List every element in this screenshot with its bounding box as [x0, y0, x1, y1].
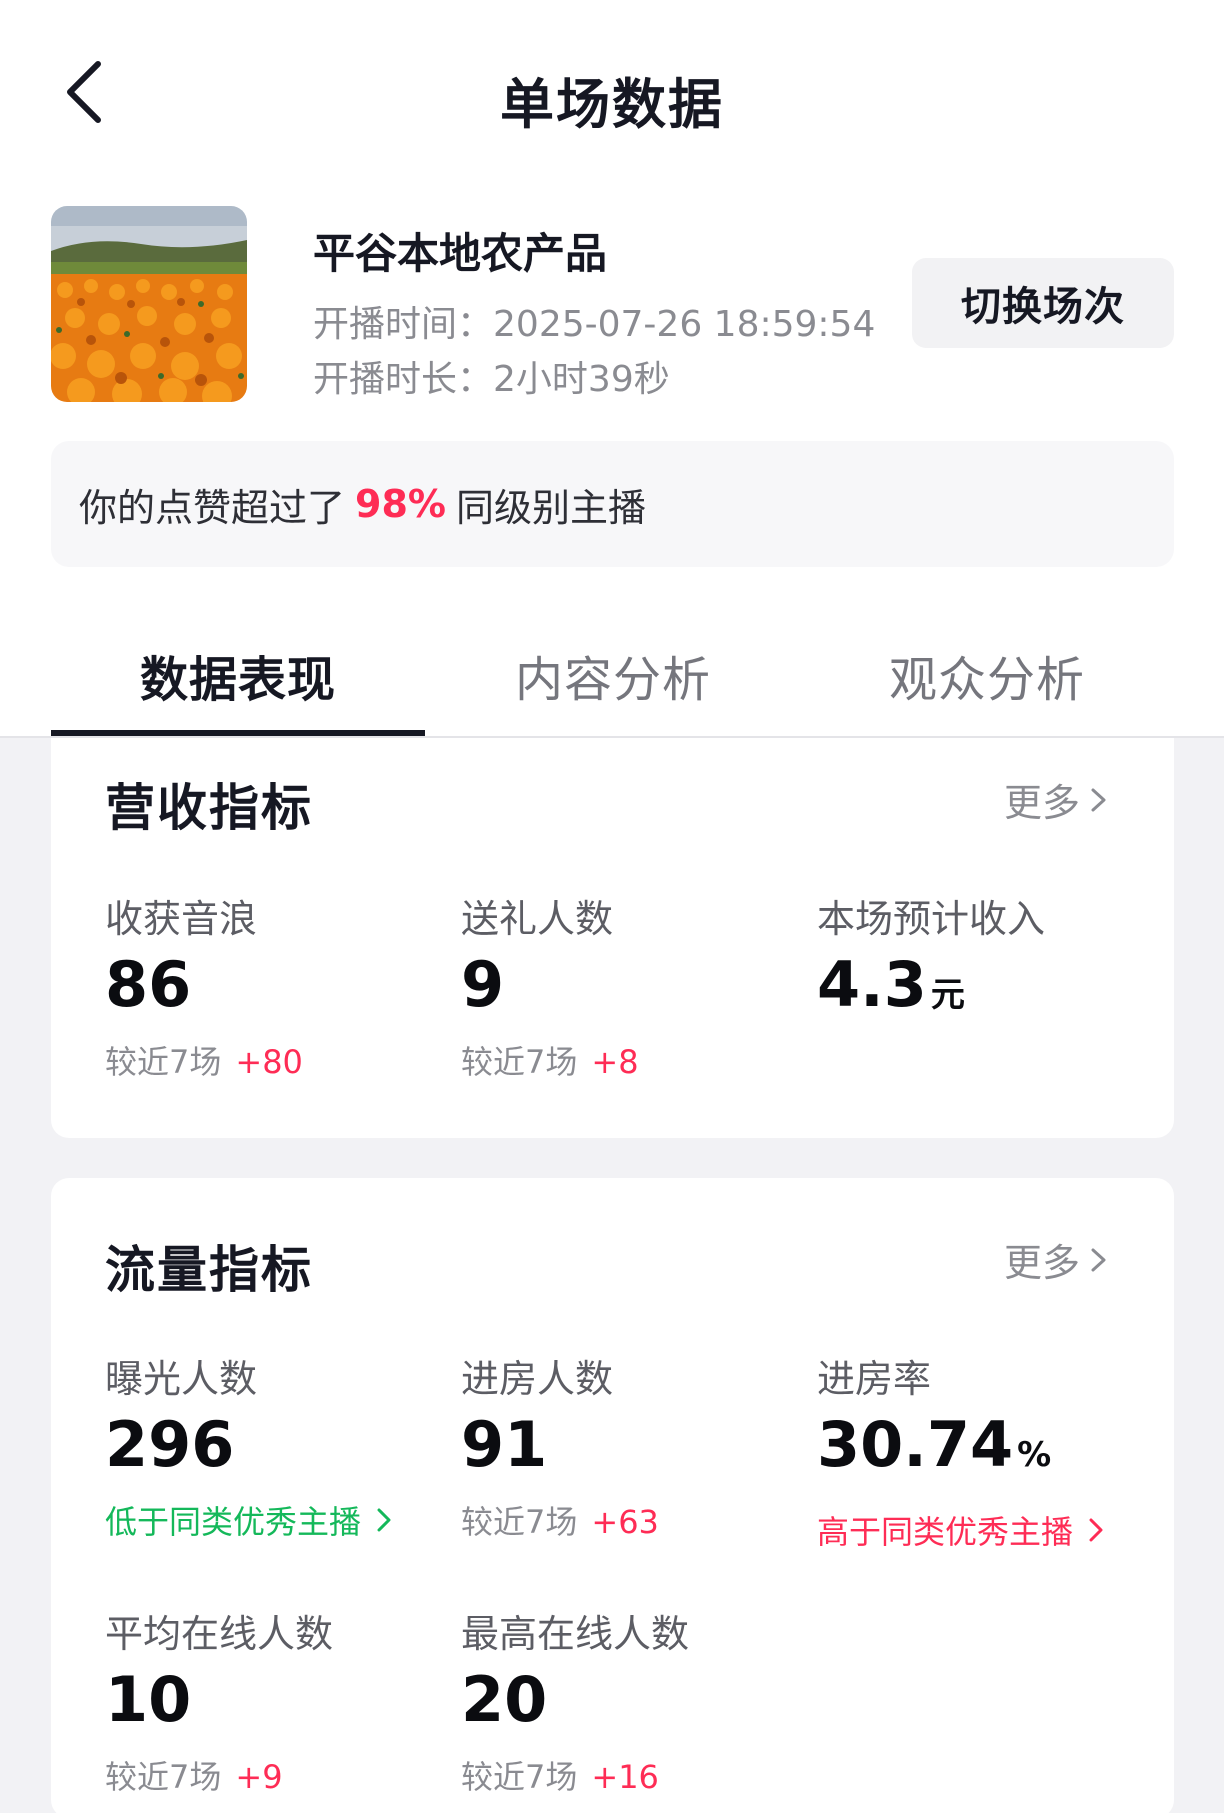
tab-data-performance[interactable]: 数据表现	[51, 640, 425, 710]
metric-label: 进房率	[817, 1357, 932, 1401]
likes-rank-banner: 你的点赞超过了 98% 同级别主播	[51, 441, 1174, 567]
tab-audience-analysis[interactable]: 观众分析	[800, 640, 1174, 710]
metric-unit: 元	[930, 975, 965, 1015]
metric-value: 20	[461, 1663, 548, 1736]
metric-average-online[interactable]: 平均在线人数 10 较近7场 +9	[105, 1603, 445, 1798]
metric-label: 平均在线人数	[105, 1612, 334, 1656]
metric-value: 9	[461, 948, 505, 1021]
switch-session-button[interactable]: 切换场次	[912, 258, 1174, 348]
metric-value: 296	[105, 1408, 235, 1481]
metric-label: 收获音浪	[105, 897, 258, 941]
tab-content-analysis[interactable]: 内容分析	[426, 640, 800, 710]
traffic-metrics-card: 流量指标 更多 曝光人数 296 低于同类优秀主播 进房人数 91 较近7场 +6…	[51, 1178, 1174, 1813]
compare-delta: +80	[235, 1043, 303, 1081]
metric-compare: 较近7场 +80	[105, 1037, 445, 1083]
metric-label: 进房人数	[461, 1357, 614, 1401]
start-time-label: 开播时间：	[313, 304, 494, 345]
revenue-metrics-card: 营收指标 更多 收获音浪 86 较近7场 +80 送礼人数 9 较近7场 +8 本场…	[51, 738, 1174, 1138]
benchmark-text: 低于同类优秀主播	[105, 1503, 362, 1541]
traffic-more-link[interactable]: 更多	[1004, 1232, 1114, 1287]
benchmark-text: 高于同类优秀主播	[817, 1513, 1074, 1551]
page-title: 单场数据	[500, 73, 724, 136]
metric-value-line: 30.74%	[817, 1407, 1157, 1493]
metric-value: 4.3	[817, 948, 927, 1021]
compare-label: 较近7场	[461, 1758, 578, 1796]
metric-label: 送礼人数	[461, 897, 614, 941]
single-live-data-page: 单场数据 平谷本地农产品 开播时间：2025-07-26 18:59:54 开播…	[0, 0, 1224, 1813]
compare-delta: +16	[591, 1758, 659, 1796]
metric-entry-rate[interactable]: 进房率 30.74% 高于同类优秀主播	[817, 1348, 1157, 1553]
chevron-right-icon	[1091, 788, 1106, 811]
metric-value: 91	[461, 1408, 548, 1481]
benchmark-link[interactable]: 高于同类优秀主播	[817, 1507, 1157, 1553]
metric-label: 曝光人数	[105, 1357, 258, 1401]
compare-delta: +9	[235, 1758, 283, 1796]
revenue-card-title: 营收指标	[105, 779, 313, 837]
metric-impressions[interactable]: 曝光人数 296 低于同类优秀主播	[105, 1348, 445, 1543]
traffic-more-label: 更多	[1003, 1241, 1080, 1285]
benchmark-link[interactable]: 低于同类优秀主播	[105, 1497, 445, 1543]
metric-value: 86	[105, 948, 192, 1021]
start-time-line: 开播时间：2025-07-26 18:59:54	[313, 295, 875, 347]
metric-value-line: 4.3 元	[817, 947, 1157, 1033]
revenue-more-label: 更多	[1003, 781, 1080, 825]
metric-compare: 较近7场 +9	[105, 1752, 445, 1798]
duration-label: 开播时长：	[313, 359, 494, 400]
duration-value: 2小时39秒	[493, 359, 670, 400]
live-cover-thumbnail	[51, 206, 247, 402]
likes-banner-prefix: 你的点赞超过了	[79, 485, 346, 530]
revenue-more-link[interactable]: 更多	[1004, 772, 1114, 827]
metric-sound-waves[interactable]: 收获音浪 86 较近7场 +80	[105, 888, 445, 1083]
metric-compare: 较近7场 +16	[461, 1752, 801, 1798]
live-room-name: 平谷本地农产品	[313, 229, 608, 278]
metric-estimated-income[interactable]: 本场预计收入 4.3 元	[817, 888, 1157, 1033]
chevron-right-icon	[1091, 1248, 1106, 1271]
compare-delta: +8	[591, 1043, 639, 1081]
metric-gift-senders[interactable]: 送礼人数 9 较近7场 +8	[461, 888, 801, 1083]
metric-value: 30.74	[817, 1408, 1014, 1481]
duration-line: 开播时长：2小时39秒	[313, 350, 670, 402]
start-time-value: 2025-07-26 18:59:54	[493, 304, 876, 345]
chevron-right-icon	[1089, 1518, 1103, 1542]
likes-percentile: 98%	[355, 482, 446, 526]
chevron-right-icon	[377, 1508, 391, 1532]
compare-label: 较近7场	[461, 1043, 578, 1081]
compare-label: 较近7场	[105, 1043, 222, 1081]
metric-compare: 较近7场 +8	[461, 1037, 801, 1083]
likes-banner-suffix: 同级别主播	[455, 485, 646, 530]
metric-label: 本场预计收入	[817, 897, 1046, 941]
metric-unit: %	[1017, 1435, 1052, 1475]
metric-label: 最高在线人数	[461, 1612, 690, 1656]
compare-delta: +63	[591, 1503, 659, 1541]
compare-label: 较近7场	[105, 1758, 222, 1796]
top-navigation-bar: 单场数据	[0, 0, 1224, 190]
metric-room-entries[interactable]: 进房人数 91 较近7场 +63	[461, 1348, 801, 1543]
traffic-card-title: 流量指标	[105, 1241, 313, 1299]
analysis-tabs: 数据表现 内容分析 观众分析	[0, 610, 1224, 738]
compare-label: 较近7场	[461, 1503, 578, 1541]
metric-peak-online[interactable]: 最高在线人数 20 较近7场 +16	[461, 1603, 801, 1798]
metric-compare: 较近7场 +63	[461, 1497, 801, 1543]
metric-value: 10	[105, 1663, 192, 1736]
